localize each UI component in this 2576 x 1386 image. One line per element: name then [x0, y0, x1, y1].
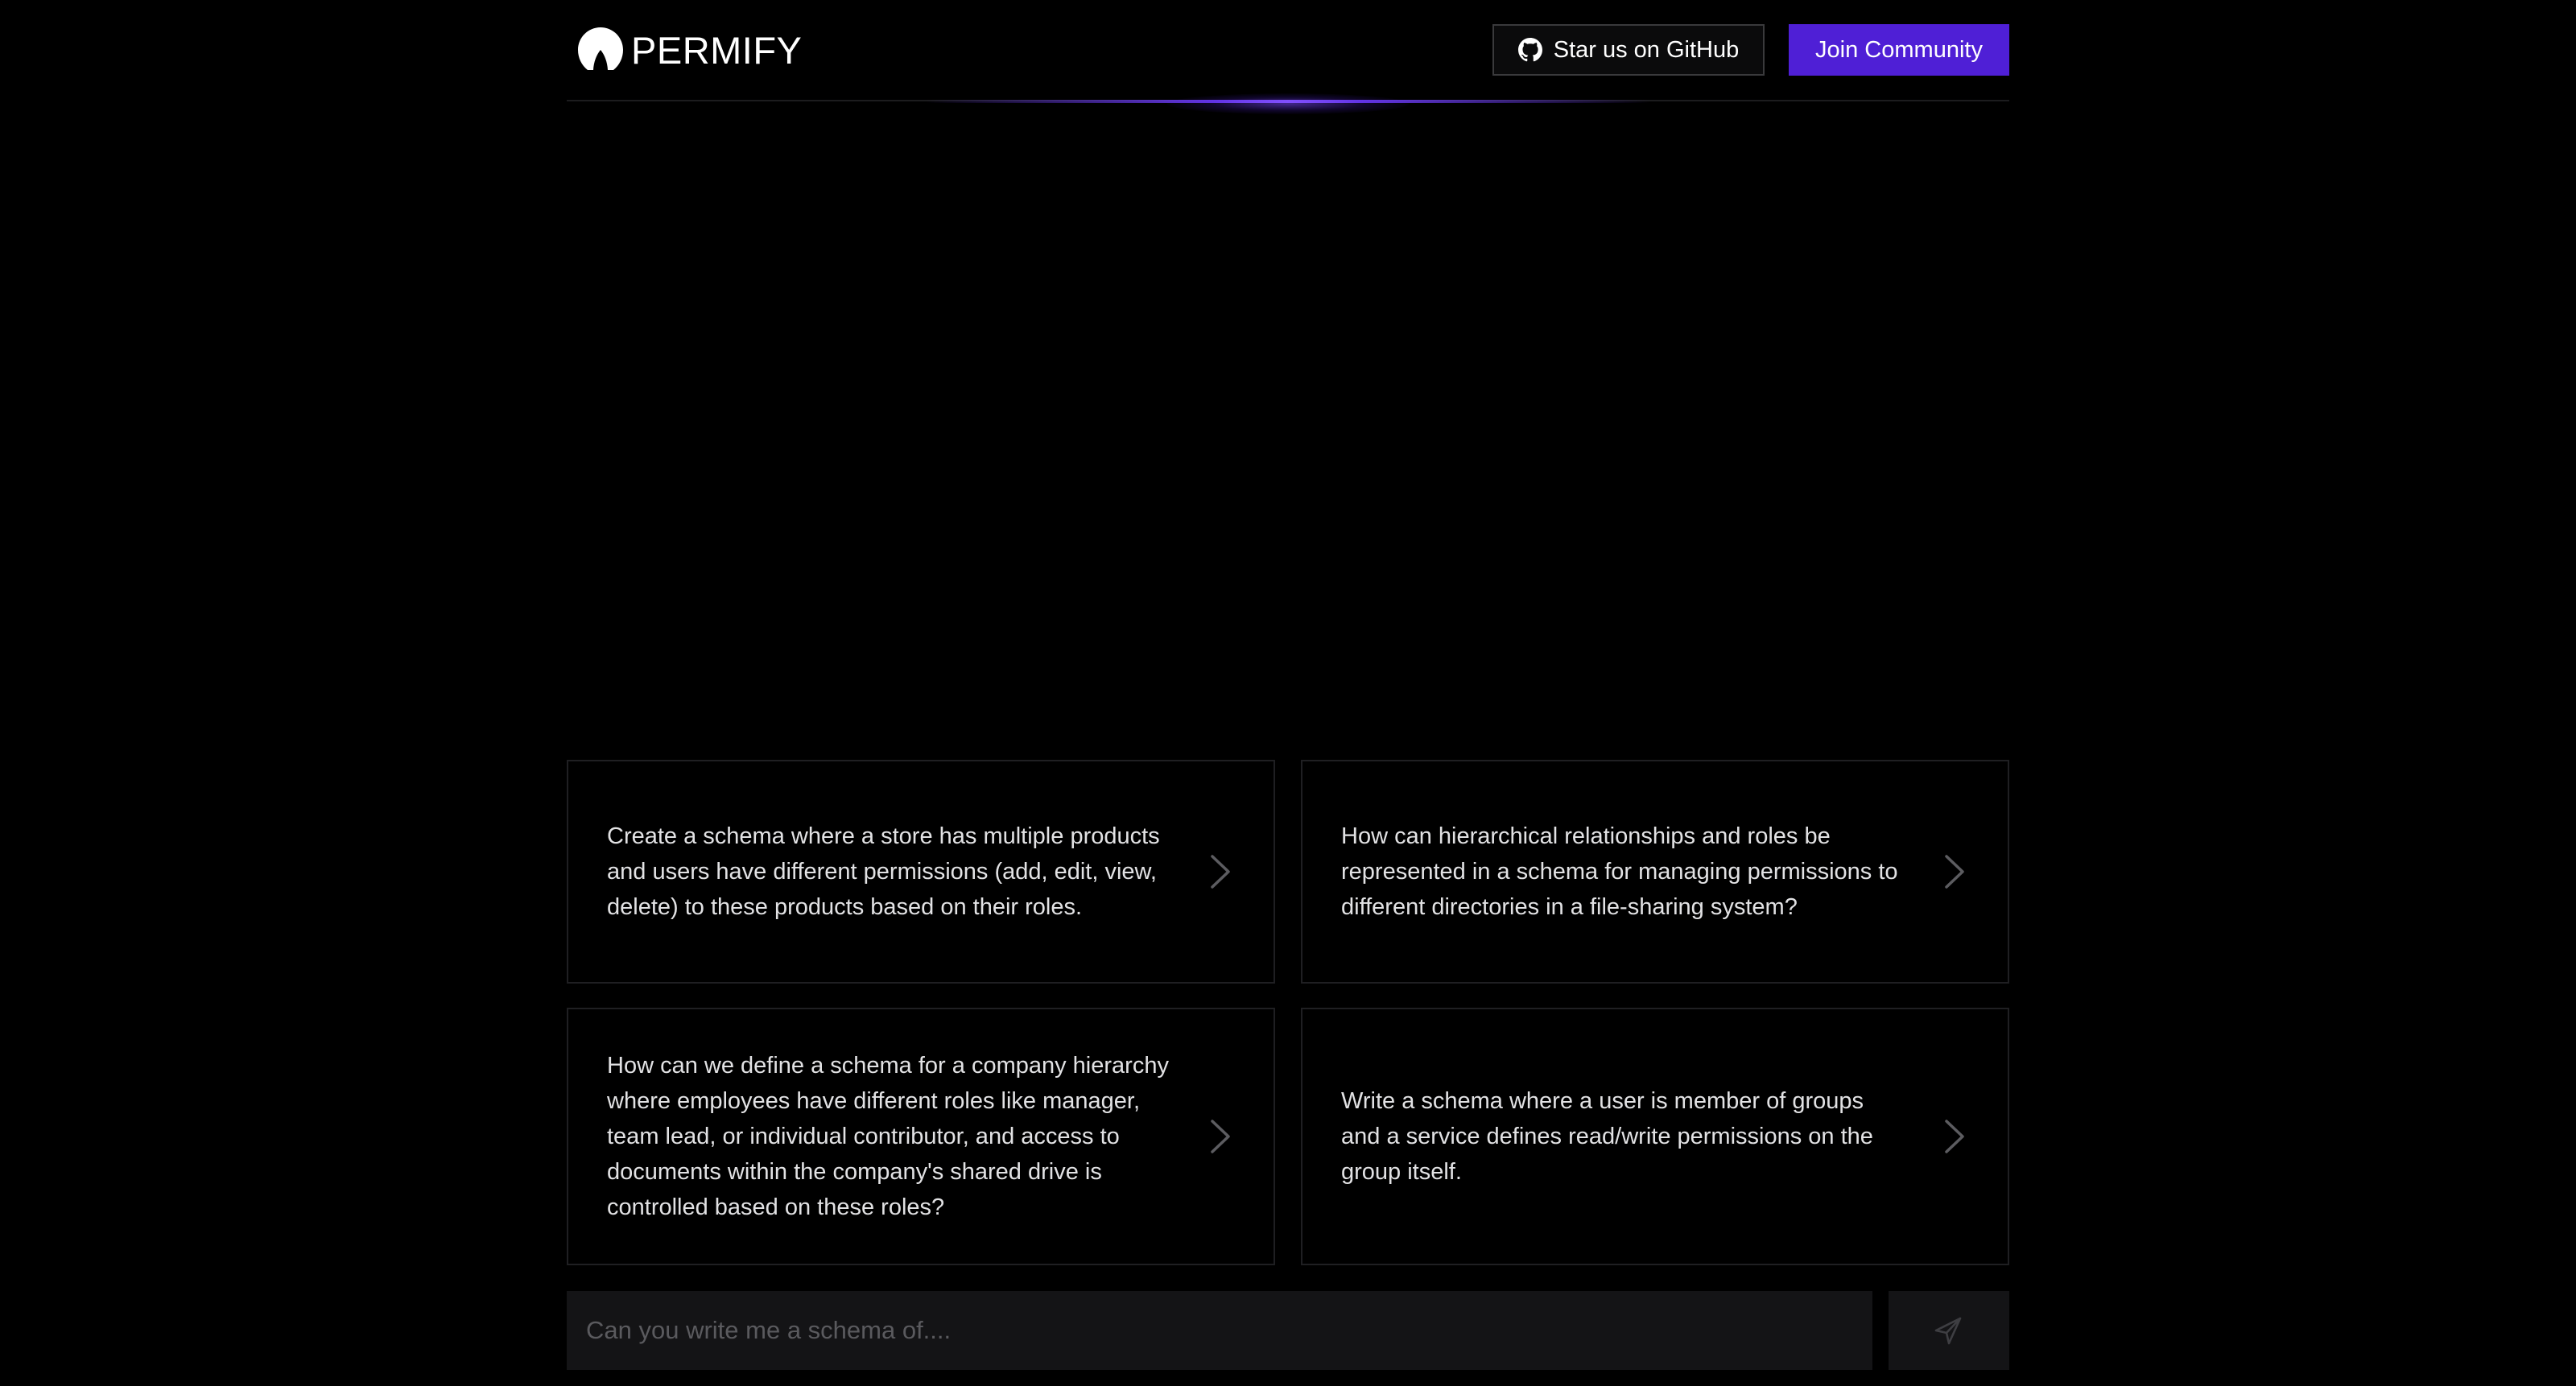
chevron-right-icon: [1943, 1118, 1966, 1155]
header: PERMIFY Star us on GitHub Join Community: [567, 0, 2009, 101]
chevron-right-icon: [1209, 1118, 1232, 1155]
suggestion-text: Create a schema where a store has multip…: [607, 823, 1160, 920]
page: PERMIFY Star us on GitHub Join Community…: [0, 0, 2576, 1386]
join-button-label: Join Community: [1815, 36, 1983, 63]
suggestion-text: How can hierarchical relationships and r…: [1341, 823, 1898, 920]
prompt-input[interactable]: [567, 1291, 1872, 1370]
chevron-right-icon: [1209, 853, 1232, 890]
suggestion-card[interactable]: How can hierarchical relationships and r…: [1301, 760, 2009, 984]
brand-logo[interactable]: PERMIFY: [576, 24, 802, 76]
suggestion-card[interactable]: How can we define a schema for a company…: [567, 1008, 1275, 1265]
brand-name: PERMIFY: [631, 28, 803, 72]
suggestion-card[interactable]: Write a schema where a user is member of…: [1301, 1008, 2009, 1265]
chevron-right-icon: [1943, 853, 1966, 890]
star-on-github-button[interactable]: Star us on GitHub: [1492, 24, 1765, 76]
suggestion-card[interactable]: Create a schema where a store has multip…: [567, 760, 1275, 984]
header-glow: [1167, 93, 1409, 114]
github-icon: [1517, 38, 1542, 62]
github-button-label: Star us on GitHub: [1553, 36, 1740, 63]
suggestion-text: How can we define a schema for a company…: [607, 1053, 1169, 1220]
permify-logo-icon: [578, 27, 623, 70]
join-community-button[interactable]: Join Community: [1789, 24, 2009, 76]
send-icon: [1934, 1317, 1962, 1345]
suggestion-text: Write a schema where a user is member of…: [1341, 1088, 1873, 1185]
send-button[interactable]: [1889, 1291, 2009, 1370]
